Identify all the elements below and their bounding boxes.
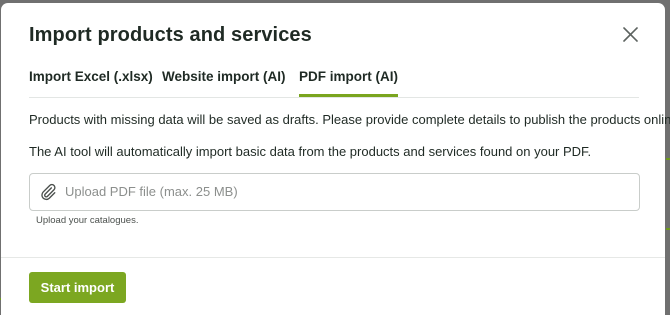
upload-helper-text: Upload your catalogues. (36, 215, 139, 226)
background-accent-mark (666, 228, 670, 230)
background-accent-mark (666, 158, 670, 160)
start-import-button[interactable]: Start import (29, 272, 126, 303)
footer-divider (1, 257, 665, 258)
paperclip-icon (41, 183, 56, 201)
close-icon (623, 27, 638, 42)
tab-website-import[interactable]: Website import (AI) (162, 69, 286, 97)
upload-placeholder: Upload PDF file (max. 25 MB) (65, 184, 238, 199)
dialog-title: Import products and services (29, 24, 312, 46)
import-tabs: Import Excel (.xlsx) Website import (AI)… (29, 69, 639, 98)
import-dialog: Import products and services Import Exce… (1, 3, 670, 315)
tab-import-excel[interactable]: Import Excel (.xlsx) (29, 69, 153, 97)
ai-info-text: The AI tool will automatically import ba… (29, 144, 592, 159)
close-button[interactable] (620, 24, 642, 46)
drafts-info-text: Products with missing data will be saved… (29, 112, 670, 127)
pdf-upload-field[interactable]: Upload PDF file (max. 25 MB) (29, 173, 640, 211)
tab-pdf-import[interactable]: PDF import (AI) (299, 69, 398, 97)
